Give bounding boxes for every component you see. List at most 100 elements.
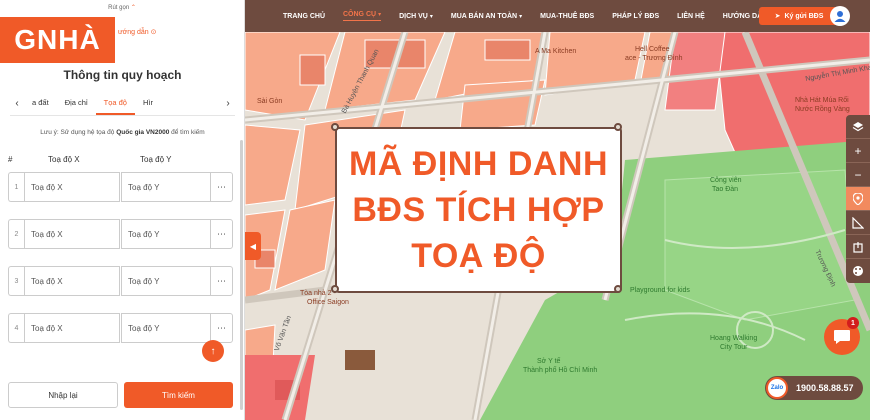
zalo-icon[interactable]: Zalo — [766, 377, 788, 399]
tab-coordinates[interactable]: Tọa độ — [95, 92, 135, 115]
coord-x-input[interactable]: Toạ độ X — [24, 313, 120, 343]
promo-corner — [331, 123, 339, 131]
post-property-label: Ký gửi BĐS — [784, 12, 824, 20]
user-avatar[interactable] — [830, 6, 850, 26]
coord-y-input[interactable]: Toạ độ Y — [121, 172, 211, 202]
promo-line-3: TOẠ ĐỘ — [411, 237, 546, 275]
user-icon — [834, 11, 846, 22]
nav-legal[interactable]: PHÁP LÝ BĐS — [612, 13, 659, 20]
coord-row: 3 Toạ độ X Toạ độ Y ⋯ — [8, 266, 233, 296]
note-prefix: Lưu ý: Sử dụng hệ tọa độ — [40, 129, 117, 136]
palette-icon[interactable] — [846, 259, 870, 283]
search-button[interactable]: Tìm kiếm — [124, 382, 233, 408]
collapse-panel-tab[interactable]: ◀ — [245, 232, 261, 260]
map-toolbar: + − — [846, 115, 870, 283]
nav-contact[interactable]: LIÊN HỆ — [677, 13, 705, 20]
row-index: 2 — [8, 219, 24, 249]
hotline-number[interactable]: 1900.58.88.57 — [796, 383, 854, 393]
coordinate-note: Lưu ý: Sử dụng hệ tọa độ Quốc gia VN2000… — [0, 129, 245, 136]
nav-home[interactable]: TRANG CHỦ — [283, 13, 325, 20]
collapse-label: Rút gọn — [108, 5, 130, 11]
ruler-icon[interactable] — [846, 211, 870, 235]
note-bold: Quốc gia VN2000 — [116, 129, 170, 136]
reset-button[interactable]: Nhập lại — [8, 382, 118, 408]
more-options-icon[interactable]: ⋯ — [210, 219, 233, 249]
map-label: Hoang Walking — [710, 335, 758, 342]
map-label: Sở Y tế — [537, 358, 561, 365]
nav-safe-trade-label: MUA BÁN AN TOÀN — [450, 12, 518, 20]
brand-logo[interactable]: GNHÀ — [0, 17, 115, 63]
map-label: Nhà Hát Múa Rối — [795, 97, 849, 104]
top-navbar: TRANG CHỦ CÔNG CỤ ▾ DỊCH VỤ ▾ MUA BÁN AN T… — [245, 0, 870, 32]
promo-corner — [614, 123, 622, 131]
more-options-icon[interactable]: ⋯ — [210, 313, 233, 343]
chat-unread-badge: 1 — [847, 317, 859, 329]
tab-parcel[interactable]: a đất — [24, 92, 57, 115]
row-index: 3 — [8, 266, 24, 296]
map-label: Playground for kids — [630, 287, 690, 294]
map-label: City Tour — [720, 344, 748, 351]
nav-safe-trade[interactable]: MUA BÁN AN TOÀN ▾ — [451, 13, 522, 20]
promo-corner — [614, 285, 622, 293]
map-label: Công viên — [710, 177, 742, 184]
promo-banner: MÃ ĐỊNH DANH BĐS TÍCH HỢP TOẠ ĐỘ — [335, 127, 622, 293]
map-label: Thành phố Hồ Chí Minh — [523, 367, 598, 374]
chevron-left-icon[interactable]: ‹ — [10, 98, 24, 109]
coord-row: 1 Toạ độ X Toạ độ Y ⋯ — [8, 172, 233, 202]
chevron-down-icon: ▾ — [378, 12, 382, 18]
play-circle-icon: ⊙ — [150, 29, 157, 36]
nav-tools-label: CÔNG CỤ — [343, 11, 377, 18]
coord-row: 4 Toạ độ X Toạ độ Y ⋯ — [8, 313, 233, 343]
more-options-icon[interactable]: ⋯ — [210, 172, 233, 202]
hotline-widget[interactable]: Zalo 1900.58.88.57 — [765, 376, 863, 400]
tab-shape[interactable]: Hìr — [135, 92, 161, 115]
row-index: 1 — [8, 172, 24, 202]
map-label: Tao Đàn — [712, 186, 739, 193]
row-index: 4 — [8, 313, 24, 343]
map-label: Tòa nhà 2 - — [300, 290, 336, 297]
post-property-button[interactable]: ➤ Ký gửi BĐS — [759, 7, 839, 25]
map-label: Office Saigon — [307, 299, 349, 306]
zoom-out-icon[interactable]: − — [846, 163, 870, 187]
more-options-icon[interactable]: ⋯ — [210, 266, 233, 296]
coord-y-input[interactable]: Toạ độ Y — [121, 266, 211, 296]
nav-tools[interactable]: CÔNG CỤ ▾ — [343, 11, 382, 21]
coord-x-input[interactable]: Toạ độ X — [24, 266, 120, 296]
col-y-header: Toạ độ Y — [140, 155, 172, 164]
promo-line-1: MÃ ĐỊNH DANH — [348, 145, 609, 183]
tabs-inner: a đất Địa chỉ Tọa độ Hìr — [24, 92, 221, 115]
zoom-in-icon[interactable]: + — [846, 139, 870, 163]
coord-row: 2 Toạ độ X Toạ độ Y ⋯ — [8, 219, 233, 249]
app-root: A Ma Kitchen Hell Coffee ace - Trương Đì… — [0, 0, 870, 420]
map-label: Hell Coffee — [635, 46, 670, 53]
nav-buy-rent[interactable]: MUA-THUÊ BĐS — [540, 13, 594, 20]
export-icon[interactable] — [846, 235, 870, 259]
location-pin-icon[interactable] — [846, 187, 870, 211]
chevron-down-icon: ▾ — [519, 13, 523, 20]
promo-corner — [331, 285, 339, 293]
panel-title: Thông tin quy hoạch — [63, 68, 182, 82]
promo-line-2: BĐS TÍCH HỢP — [352, 191, 605, 229]
nav-services[interactable]: DỊCH VỤ ▾ — [399, 13, 433, 20]
chevron-right-icon[interactable]: › — [221, 98, 235, 109]
panel-scrollbar[interactable] — [240, 140, 243, 410]
chat-icon — [834, 330, 850, 344]
layers-icon[interactable] — [846, 115, 870, 139]
planning-side-panel: Rút gọn ⌃ GNHÀ ướng dẫn ⊙ Thông tin quy … — [0, 0, 245, 420]
coord-x-input[interactable]: Toạ độ X — [24, 219, 120, 249]
search-mode-tabs: ‹ a đất Địa chỉ Tọa độ Hìr › — [10, 92, 235, 116]
chevron-down-icon: ▾ — [429, 13, 433, 20]
coord-y-input[interactable]: Toạ độ Y — [121, 313, 211, 343]
col-index-header: # — [8, 155, 13, 164]
guide-link-label: ướng dẫn — [118, 29, 149, 36]
nav-services-label: DỊCH VỤ — [399, 12, 428, 20]
tab-address[interactable]: Địa chỉ — [57, 92, 96, 115]
coord-x-input[interactable]: Toạ độ X — [24, 172, 120, 202]
coord-y-input[interactable]: Toạ độ Y — [121, 219, 211, 249]
collapse-toggle[interactable]: Rút gọn ⌃ — [0, 0, 244, 14]
map-label: Sài Gòn — [257, 98, 283, 105]
guide-link[interactable]: ướng dẫn ⊙ — [118, 28, 157, 36]
note-suffix: để tìm kiếm — [169, 129, 205, 136]
arrow-up-icon[interactable]: ↑ — [202, 340, 224, 362]
map-label: Nước Rồng Vàng — [795, 106, 850, 113]
